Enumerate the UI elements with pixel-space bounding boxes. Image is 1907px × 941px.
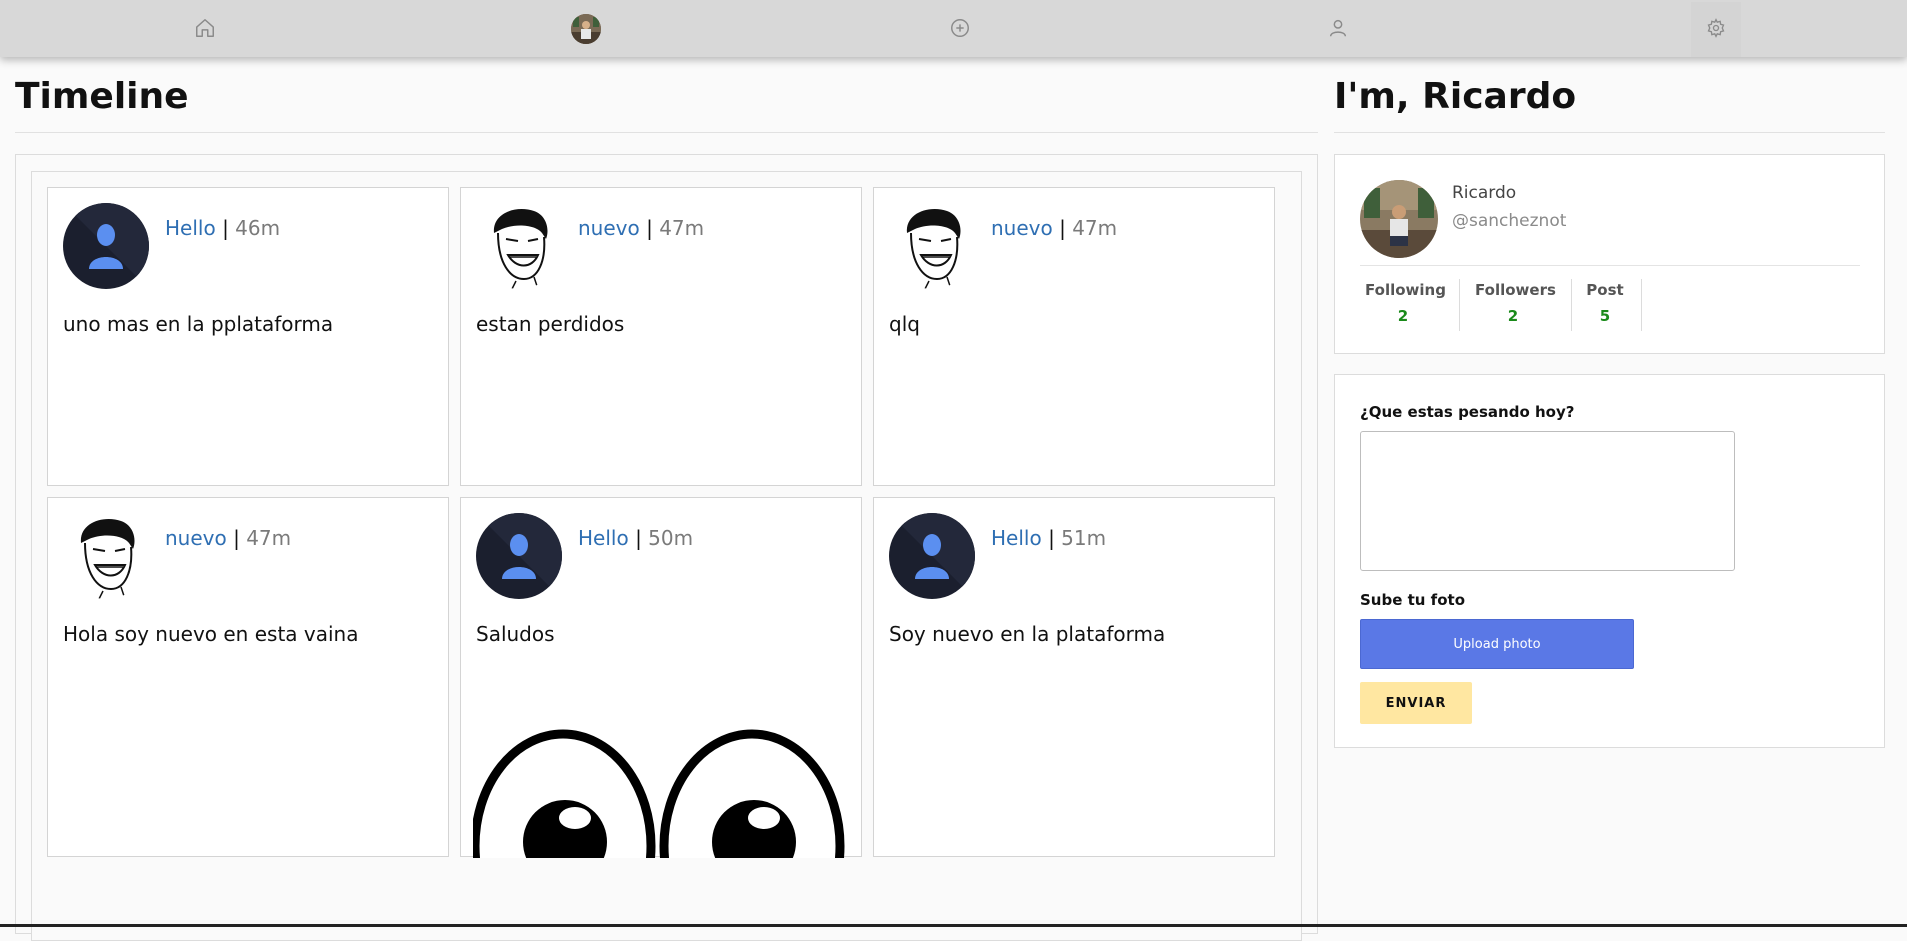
default-avatar[interactable] xyxy=(889,513,975,599)
post-meta: Hello | 46m xyxy=(165,216,280,240)
post-meta: nuevo | 47m xyxy=(991,216,1117,240)
post-text: estan perdidos xyxy=(476,312,625,336)
post-separator: | xyxy=(635,526,642,550)
profile-handle: @sancheznot xyxy=(1452,211,1567,231)
profile-card: Ricardo @sancheznot Following 2 Follower… xyxy=(1334,154,1885,354)
stat-following[interactable]: Following 2 xyxy=(1365,281,1446,333)
post-card[interactable]: nuevo | 47m qlq xyxy=(873,187,1275,486)
post-text: uno mas en la pplataforma xyxy=(63,312,334,336)
upload-photo-button[interactable]: Upload photo xyxy=(1360,619,1634,669)
post-text: Saludos xyxy=(476,622,555,646)
post-separator: | xyxy=(1059,216,1066,240)
profile-title-divider xyxy=(1334,132,1885,133)
home-icon[interactable] xyxy=(190,13,220,43)
meme-avatar[interactable] xyxy=(476,203,562,289)
stat-value: 2 xyxy=(1397,307,1409,325)
stat-label: Followers xyxy=(1475,281,1556,299)
compose-prompt-label: ¿Que estas pesando hoy? xyxy=(1360,403,1575,421)
post-textarea[interactable] xyxy=(1360,431,1735,571)
plus-circle-icon[interactable] xyxy=(945,13,975,43)
post-time: 47m xyxy=(659,216,705,240)
post-card[interactable]: Hello | 51m Soy nuevo en la plataforma xyxy=(873,497,1275,857)
profile-avatar[interactable] xyxy=(1360,180,1438,258)
stat-divider xyxy=(1641,279,1642,331)
profile-divider xyxy=(1360,265,1860,266)
user-icon[interactable] xyxy=(1323,13,1353,43)
stat-label: Post xyxy=(1586,281,1624,299)
stat-posts[interactable]: Post 5 xyxy=(1583,281,1627,333)
send-button[interactable]: ENVIAR xyxy=(1360,682,1472,724)
post-username[interactable]: nuevo xyxy=(165,526,227,550)
post-meta: nuevo | 47m xyxy=(578,216,704,240)
post-separator: | xyxy=(233,526,240,550)
compose-card: ¿Que estas pesando hoy? Sube tu foto Upl… xyxy=(1334,374,1885,748)
page-title: Timeline xyxy=(15,76,189,117)
post-time: 47m xyxy=(246,526,292,550)
photo-label: Sube tu foto xyxy=(1360,591,1465,609)
post-time: 46m xyxy=(235,216,281,240)
cartoon-eyes-image[interactable] xyxy=(470,718,851,941)
post-username[interactable]: nuevo xyxy=(578,216,640,240)
post-card[interactable]: Hello | 46m uno mas en la pplataforma xyxy=(47,187,449,486)
post-meta: nuevo | 47m xyxy=(165,526,291,550)
stat-divider xyxy=(1459,279,1460,331)
post-time: 51m xyxy=(1061,526,1107,550)
title-divider xyxy=(15,132,1318,133)
post-username[interactable]: nuevo xyxy=(991,216,1053,240)
post-meta: Hello | 51m xyxy=(991,526,1106,550)
post-card[interactable]: Hello | 50m Saludos xyxy=(460,497,862,941)
nav-avatar[interactable] xyxy=(571,14,601,44)
post-text: Hola soy nuevo en esta vaina xyxy=(63,622,359,646)
post-separator: | xyxy=(1048,526,1055,550)
post-username[interactable]: Hello xyxy=(578,526,629,550)
post-separator: | xyxy=(646,216,653,240)
post-text: qlq xyxy=(889,312,920,336)
default-avatar[interactable] xyxy=(63,203,149,289)
top-navbar xyxy=(0,0,1907,57)
default-avatar[interactable] xyxy=(476,513,562,599)
stat-divider xyxy=(1571,279,1572,331)
post-text: Soy nuevo en la plataforma xyxy=(889,622,1166,646)
post-meta: Hello | 50m xyxy=(578,526,693,550)
post-separator: | xyxy=(222,216,229,240)
post-username[interactable]: Hello xyxy=(991,526,1042,550)
post-time: 47m xyxy=(1072,216,1118,240)
post-username[interactable]: Hello xyxy=(165,216,216,240)
post-card[interactable]: nuevo | 47m estan perdidos xyxy=(460,187,862,486)
meme-avatar[interactable] xyxy=(63,513,149,599)
stat-label: Following xyxy=(1365,281,1446,299)
meme-avatar[interactable] xyxy=(889,203,975,289)
post-card[interactable]: nuevo | 47m Hola soy nuevo en esta vaina xyxy=(47,497,449,857)
gear-icon[interactable] xyxy=(1701,13,1731,43)
stat-value: 2 xyxy=(1507,307,1519,325)
post-time: 50m xyxy=(648,526,694,550)
stat-followers[interactable]: Followers 2 xyxy=(1475,281,1556,333)
stat-value: 5 xyxy=(1599,307,1611,325)
profile-title: I'm, Ricardo xyxy=(1334,76,1577,117)
profile-name: Ricardo xyxy=(1452,183,1517,203)
